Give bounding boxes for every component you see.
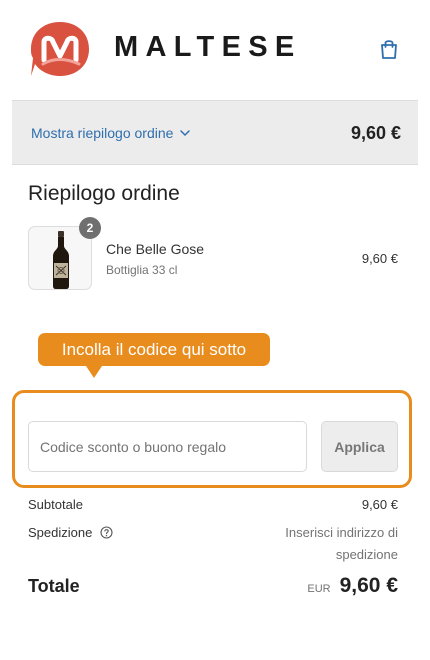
shipping-label: Spedizione [28,525,93,540]
maltese-logo[interactable] [29,20,91,78]
total-label: Totale [28,576,80,596]
product-name: Che Belle Gose [106,241,205,257]
apply-discount-button[interactable]: Applica [321,421,398,472]
total-price-group: EUR 9,60 € [307,574,398,598]
subtotal-value: 9,60 € [361,497,398,512]
subtotal-label: Subtotale [28,497,83,512]
callout-arrow [86,366,102,378]
order-summary-title: Riepilogo ordine [28,182,180,205]
order-summary-bar[interactable]: Mostra riepilogo ordine 9,60 € [12,100,418,165]
total-amount: 9,60 € [339,574,398,597]
shipping-value: Inserisci indirizzo di spedizione [285,525,398,562]
shopping-bag-icon[interactable] [379,38,399,60]
site-header: MALTESE [0,0,430,100]
chevron-down-icon [180,129,191,136]
currency-code: EUR [307,583,331,595]
summary-total-price: 9,60 € [350,123,401,143]
toggle-label[interactable]: Mostra riepilogo ordine [31,125,173,141]
coupon-callout: Incolla il codice qui sotto [38,333,270,366]
product-variant: Bottiglia 33 cl [106,263,178,277]
question-circle-icon[interactable] [100,526,113,539]
shipping-row-label: Spedizione [28,525,113,540]
show-order-summary-toggle[interactable]: Mostra riepilogo ordine [31,125,191,141]
quantity-badge: 2 [79,217,101,239]
brand-name[interactable]: MALTESE [114,31,302,63]
product-image: 2 [28,217,101,290]
discount-code-input[interactable] [28,421,307,472]
product-price: 9,60 € [361,251,398,266]
